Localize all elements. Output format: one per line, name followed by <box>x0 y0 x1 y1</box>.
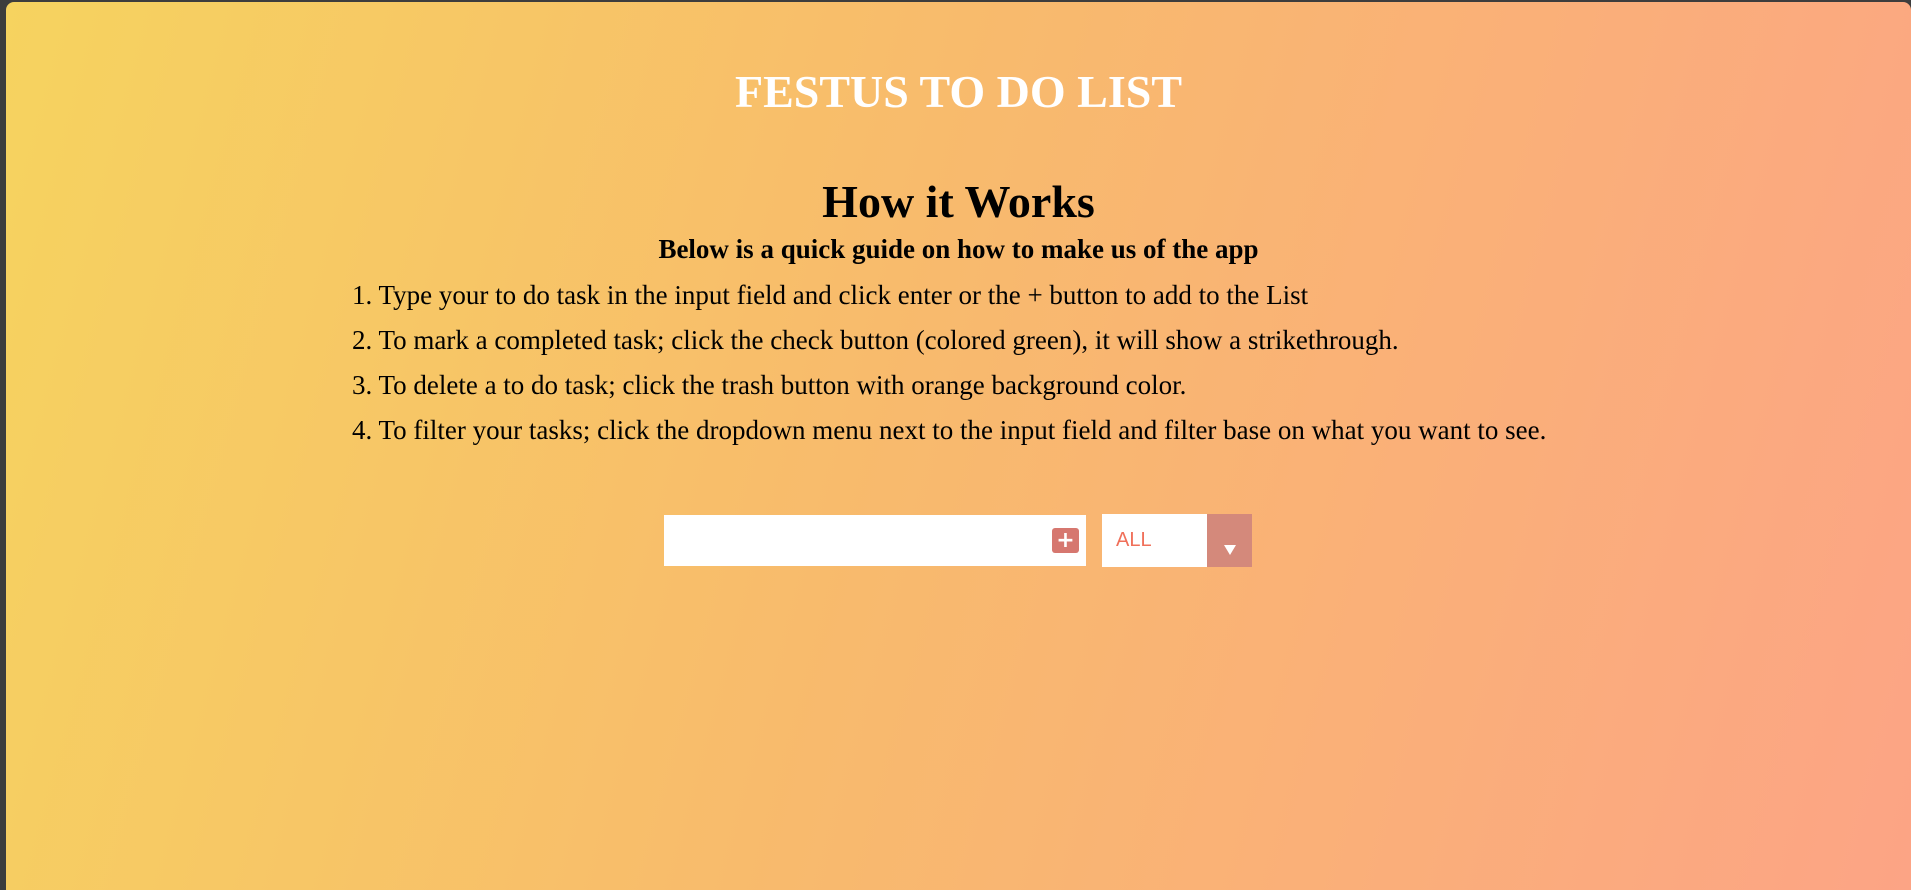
plus-icon: + <box>1056 528 1075 553</box>
add-todo-button[interactable]: + <box>1052 528 1079 553</box>
app-page: FESTUS TO DO LIST How it Works Below is … <box>6 2 1911 890</box>
filter-dropdown-toggle[interactable] <box>1207 514 1252 567</box>
todo-input[interactable] <box>664 515 1044 566</box>
guide-step: 4. To filter your tasks; click the dropd… <box>352 415 1547 445</box>
filter-selected-value: ALL <box>1116 529 1152 551</box>
filter-dropdown[interactable]: ALL <box>1102 514 1252 567</box>
guide-heading: How it Works <box>822 176 1095 227</box>
chevron-down-icon <box>1224 545 1236 555</box>
app-title: FESTUS TO DO LIST <box>735 66 1182 117</box>
guide-steps-list: 1. Type your to do task in the input fie… <box>352 275 1752 455</box>
guide-step: 1. Type your to do task in the input fie… <box>352 280 1309 310</box>
guide-step: 2. To mark a completed task; click the c… <box>352 325 1399 355</box>
guide-subheading: Below is a quick guide on how to make us… <box>658 234 1259 264</box>
guide-step: 3. To delete a to do task; click the tra… <box>352 370 1187 400</box>
todo-input-container: + <box>664 515 1086 566</box>
